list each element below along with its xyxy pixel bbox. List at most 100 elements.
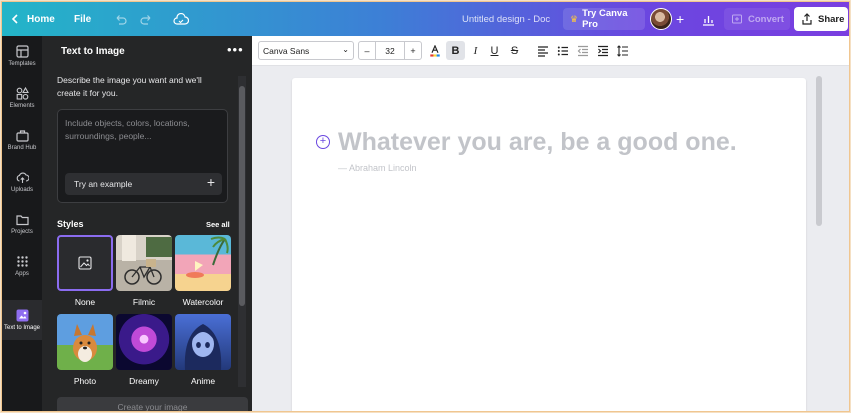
try-pro-button[interactable]: ♛ Try Canva Pro bbox=[563, 8, 645, 30]
rail-item-text-to-image[interactable]: Text to Image bbox=[2, 300, 42, 340]
try-pro-label: Try Canva Pro bbox=[582, 8, 628, 30]
strikethrough-button[interactable]: S bbox=[505, 41, 524, 60]
style-tile-dreamy[interactable] bbox=[116, 314, 172, 370]
text-toolbar: Canva Sans ⌄ – 32 + B I U S bbox=[252, 36, 849, 66]
text-to-image-panel: Text to Image ••• Describe the image you… bbox=[42, 36, 252, 411]
create-image-button[interactable]: Create your image bbox=[57, 397, 248, 411]
text-to-image-icon bbox=[16, 309, 28, 322]
style-tile-watercolor[interactable] bbox=[175, 235, 231, 291]
crown-icon: ♛ bbox=[570, 13, 579, 24]
prompt-placeholder: Include objects, colors, locations, surr… bbox=[65, 118, 190, 141]
align-left-button[interactable] bbox=[533, 41, 552, 60]
try-example-label: Try an example bbox=[74, 179, 133, 189]
line-spacing-icon bbox=[616, 44, 628, 57]
apps-icon bbox=[16, 256, 28, 267]
rail-label-text-to-image: Text to Image bbox=[3, 325, 41, 331]
elements-icon bbox=[16, 87, 29, 100]
home-button[interactable]: Home bbox=[27, 2, 55, 36]
back-icon[interactable] bbox=[10, 2, 20, 36]
rail-item-brand-hub[interactable]: Brand Hub bbox=[2, 120, 42, 160]
style-tile-none[interactable] bbox=[57, 235, 113, 291]
rail-label-uploads: Uploads bbox=[10, 187, 33, 193]
brand-hub-icon bbox=[15, 130, 29, 142]
increase-font-size-button[interactable]: + bbox=[404, 42, 421, 59]
try-example-button[interactable]: Try an example + bbox=[65, 173, 222, 195]
add-block-icon[interactable]: + bbox=[316, 135, 330, 149]
convert-icon bbox=[732, 14, 742, 24]
underline-button[interactable]: U bbox=[485, 41, 504, 60]
more-options-icon[interactable]: ••• bbox=[227, 42, 244, 57]
panel-title: Text to Image bbox=[61, 46, 125, 57]
anime-image bbox=[184, 324, 222, 370]
quote-text[interactable]: Whatever you are, be a good one. bbox=[338, 128, 737, 157]
canvas-scrollbar-thumb[interactable] bbox=[816, 76, 822, 226]
font-family-select[interactable]: Canva Sans ⌄ bbox=[258, 41, 354, 60]
styles-heading: Styles bbox=[57, 219, 84, 229]
font-family-value: Canva Sans bbox=[263, 45, 310, 56]
style-label-photo: Photo bbox=[73, 376, 97, 386]
quote-author[interactable]: — Abraham Lincoln bbox=[338, 163, 417, 173]
rail-item-elements[interactable]: Elements bbox=[2, 78, 42, 118]
rail-label-templates: Templates bbox=[8, 61, 36, 67]
align-left-icon bbox=[537, 45, 548, 57]
increase-indent-button[interactable] bbox=[593, 41, 612, 60]
image-icon bbox=[78, 256, 92, 270]
rail-label-elements: Elements bbox=[9, 103, 35, 109]
app-window: Home File Untitled design - Doc ♛ Try Ca… bbox=[1, 1, 850, 412]
plus-icon: + bbox=[206, 174, 215, 190]
prompt-input[interactable]: Include objects, colors, locations, surr… bbox=[57, 109, 228, 203]
panel-scrollbar[interactable] bbox=[238, 76, 246, 387]
style-tile-photo[interactable] bbox=[57, 314, 113, 370]
rail-label-brand-hub: Brand Hub bbox=[7, 145, 37, 151]
canvas-area: + Whatever you are, be a good one. — Abr… bbox=[252, 66, 849, 411]
italic-button[interactable]: I bbox=[466, 41, 485, 60]
convert-button[interactable]: Convert bbox=[724, 8, 790, 30]
share-button[interactable]: Share bbox=[794, 7, 848, 31]
rail-item-apps[interactable]: Apps bbox=[2, 246, 42, 286]
projects-icon bbox=[15, 215, 29, 226]
style-label-watercolor: Watercolor bbox=[182, 297, 224, 307]
style-label-filmic: Filmic bbox=[132, 297, 156, 307]
document-title[interactable]: Untitled design - Doc bbox=[462, 2, 550, 36]
rail-label-projects: Projects bbox=[11, 229, 33, 235]
font-size-value[interactable]: 32 bbox=[376, 42, 404, 59]
rail-item-uploads[interactable]: Uploads bbox=[2, 162, 42, 202]
style-tile-filmic[interactable] bbox=[116, 235, 172, 291]
see-all-link[interactable]: See all bbox=[206, 220, 230, 229]
text-color-button[interactable] bbox=[425, 41, 444, 60]
style-label-anime: Anime bbox=[190, 376, 216, 386]
share-icon bbox=[802, 13, 812, 25]
uploads-icon bbox=[16, 172, 29, 183]
panel-scrollbar-thumb[interactable] bbox=[239, 86, 245, 306]
document-page[interactable]: + Whatever you are, be a good one. — Abr… bbox=[292, 78, 806, 411]
outdent-icon bbox=[577, 45, 588, 56]
avatar[interactable] bbox=[650, 8, 672, 30]
panel-description: Describe the image you want and we'll cr… bbox=[57, 75, 202, 98]
rail-item-templates[interactable]: Templates bbox=[2, 36, 42, 76]
style-label-dreamy: Dreamy bbox=[129, 376, 159, 386]
top-bar: Home File Untitled design - Doc ♛ Try Ca… bbox=[2, 2, 849, 36]
decrease-font-size-button[interactable]: – bbox=[359, 42, 376, 59]
insights-icon[interactable] bbox=[702, 2, 715, 36]
rail-item-projects[interactable]: Projects bbox=[2, 204, 42, 244]
undo-icon[interactable] bbox=[114, 2, 127, 36]
style-tile-anime[interactable] bbox=[175, 314, 231, 370]
bold-button[interactable]: B bbox=[446, 41, 465, 60]
font-size-stepper: – 32 + bbox=[358, 41, 422, 60]
decrease-indent-button[interactable] bbox=[573, 41, 592, 60]
file-menu[interactable]: File bbox=[74, 2, 91, 36]
text-color-icon bbox=[429, 44, 440, 57]
chevron-down-icon: ⌄ bbox=[342, 45, 349, 54]
cloud-saved-icon[interactable] bbox=[173, 2, 189, 36]
line-spacing-button[interactable] bbox=[613, 41, 632, 60]
beach-image bbox=[186, 236, 229, 278]
bullet-list-button[interactable] bbox=[553, 41, 572, 60]
corgi-image bbox=[73, 324, 97, 362]
style-label-none: None bbox=[74, 297, 96, 307]
redo-icon[interactable] bbox=[140, 2, 153, 36]
bicycle-image bbox=[122, 235, 172, 285]
canvas-scrollbar[interactable] bbox=[816, 71, 822, 411]
bullet-list-icon bbox=[557, 46, 568, 55]
templates-icon bbox=[15, 45, 29, 58]
add-collaborator-icon[interactable]: + bbox=[676, 2, 684, 36]
